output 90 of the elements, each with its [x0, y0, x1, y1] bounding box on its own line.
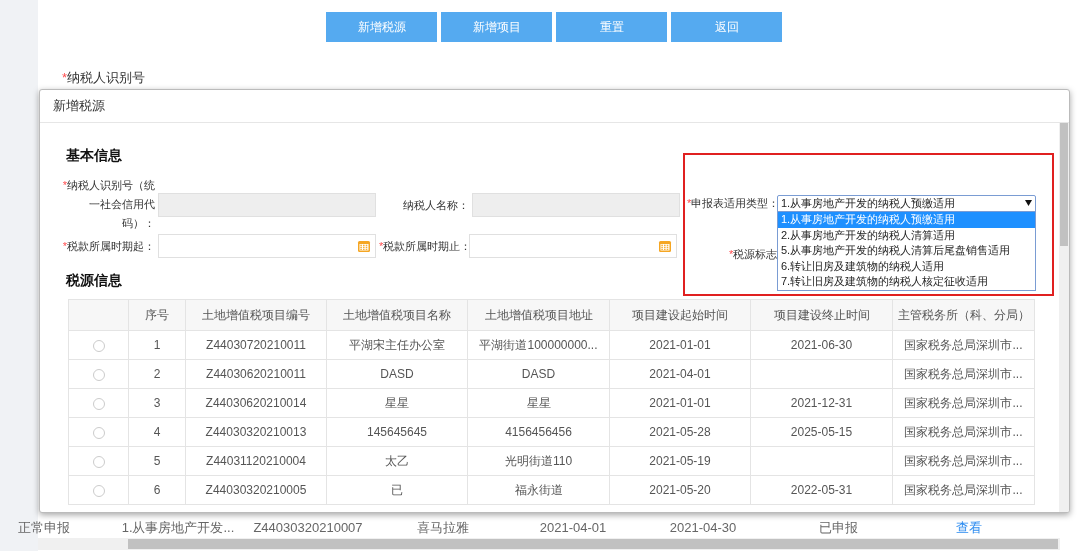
table-cell: 星星	[326, 388, 468, 418]
view-link[interactable]: 查看	[956, 519, 982, 535]
table-cell: 4156456456	[467, 417, 610, 447]
table-cell-text: 已申报	[817, 519, 859, 535]
row-radio[interactable]	[92, 397, 105, 410]
column-header: 序号	[128, 299, 186, 331]
toolbar-button[interactable]: 新增项目	[441, 12, 552, 42]
select-field[interactable]: 1.从事房地产开发的纳税人预缴适用	[777, 194, 1036, 212]
table-cell-text: 1.从事房地产开发...	[120, 519, 236, 535]
table-cell: 2021-01-01	[609, 388, 751, 418]
calendar-icon[interactable]	[658, 239, 672, 253]
table-cell: 平湖街道100000000...	[467, 330, 610, 360]
table-cell-text: 喜马拉雅	[416, 519, 470, 535]
vertical-scrollbar[interactable]	[1059, 123, 1069, 512]
column-header: 主管税务所（科、分局）	[892, 299, 1035, 331]
table-cell: DASD	[326, 359, 468, 389]
table-cell: 2021-01-01	[609, 330, 751, 360]
toolbar-button[interactable]: 重置	[556, 12, 667, 42]
input-field[interactable]	[158, 192, 376, 217]
table-cell: 6	[128, 475, 186, 505]
table-cell: 4	[128, 417, 186, 447]
table-cell: 国家税务总局深圳市...	[892, 330, 1035, 360]
row-radio[interactable]	[92, 368, 105, 381]
toolbar-button[interactable]: 新增税源	[326, 12, 437, 42]
table-cell: 2021-04-01	[609, 359, 751, 389]
table-cell: 3	[128, 388, 186, 418]
table-cell: 2021-05-19	[609, 446, 751, 476]
section-heading: 基本信息	[66, 146, 122, 165]
calendar-icon[interactable]	[357, 239, 371, 253]
table-cell: 2021-12-31	[750, 388, 893, 418]
field-label: *申报表适用类型：	[687, 196, 777, 211]
field-label: *纳税人识别号（统一社会信用代码）：	[62, 178, 155, 231]
table-cell: 2	[128, 359, 186, 389]
column-header: 土地增值税项目名称	[326, 299, 468, 331]
field-label: *税源标志	[728, 248, 778, 260]
table-cell-text: 2021-04-30	[668, 519, 738, 535]
table-cell: 2022-05-31	[750, 475, 893, 505]
table-cell: 国家税务总局深圳市...	[892, 446, 1035, 476]
table-cell: Z44030720210011	[185, 330, 327, 360]
column-header: 土地增值税项目编号	[185, 299, 327, 331]
table-cell: 平湖宋主任办公室	[326, 330, 468, 360]
row-radio[interactable]	[92, 484, 105, 497]
table-cell: 5	[128, 446, 186, 476]
table-cell: Z44030620210014	[185, 388, 327, 418]
table-cell: 福永街道	[467, 475, 610, 505]
table-cell: 2021-05-28	[609, 417, 751, 447]
table-cell: 1	[128, 330, 186, 360]
table-cell: 太乙	[326, 446, 468, 476]
row-radio[interactable]	[92, 339, 105, 352]
date-field[interactable]	[158, 234, 376, 258]
field-label: *纳税人识别号	[62, 70, 146, 85]
dropdown-option[interactable]: 2.从事房地产开发的纳税人清算适用	[778, 227, 1035, 243]
toolbar-button[interactable]: 返回	[671, 12, 782, 42]
table-cell: 国家税务总局深圳市...	[892, 388, 1035, 418]
caret-icon	[1025, 200, 1032, 206]
table-cell: 星星	[467, 388, 610, 418]
dropdown-option[interactable]: 6.转让旧房及建筑物的纳税人适用	[778, 258, 1035, 274]
column-header: 项目建设终止时间	[750, 299, 893, 331]
dropdown-option[interactable]: 1.从事房地产开发的纳税人预缴适用	[778, 212, 1035, 228]
table-cell: Z44031120210004	[185, 446, 327, 476]
table-cell: Z44030320210005	[185, 475, 327, 505]
table-cell: Z44030620210011	[185, 359, 327, 389]
dropdown-option[interactable]: 5.从事房地产开发的纳税人清算后尾盘销售适用	[778, 243, 1035, 259]
table-cell-text: 2021-04-01	[538, 519, 608, 535]
row-radio[interactable]	[92, 426, 105, 439]
table-cell: 国家税务总局深圳市...	[892, 475, 1035, 505]
table-cell-text: 正常申报	[18, 519, 71, 535]
column-header: 土地增值税项目地址	[467, 299, 610, 331]
row-radio[interactable]	[92, 455, 105, 468]
section-heading: 税源信息	[66, 271, 122, 290]
dropdown-option[interactable]: 7.转让旧房及建筑物的纳税人核定征收适用	[778, 274, 1035, 290]
table-cell: 145645645	[326, 417, 468, 447]
dialog-title: 新增税源	[53, 97, 105, 116]
table-cell: Z44030320210013	[185, 417, 327, 447]
table-cell: 已	[326, 475, 468, 505]
table-cell: 2021-06-30	[750, 330, 893, 360]
table-cell: 2021-05-20	[609, 475, 751, 505]
table-cell: DASD	[467, 359, 610, 389]
column-header: 项目建设起始时间	[609, 299, 751, 331]
table-cell-text: Z44030320210007	[252, 519, 364, 535]
date-field[interactable]	[469, 234, 677, 258]
field-label: 纳税人名称：	[402, 197, 469, 213]
horizontal-scrollbar[interactable]	[38, 538, 1060, 550]
field-label: *税款所属时期起：	[62, 239, 155, 254]
table-cell: 2025-05-15	[750, 417, 893, 447]
table-cell: 光明街道110	[467, 446, 610, 476]
input-field[interactable]	[472, 192, 680, 217]
field-label: *税款所属时期止：	[379, 239, 466, 254]
table-cell: 国家税务总局深圳市...	[892, 417, 1035, 447]
table-cell: 国家税务总局深圳市...	[892, 359, 1035, 389]
